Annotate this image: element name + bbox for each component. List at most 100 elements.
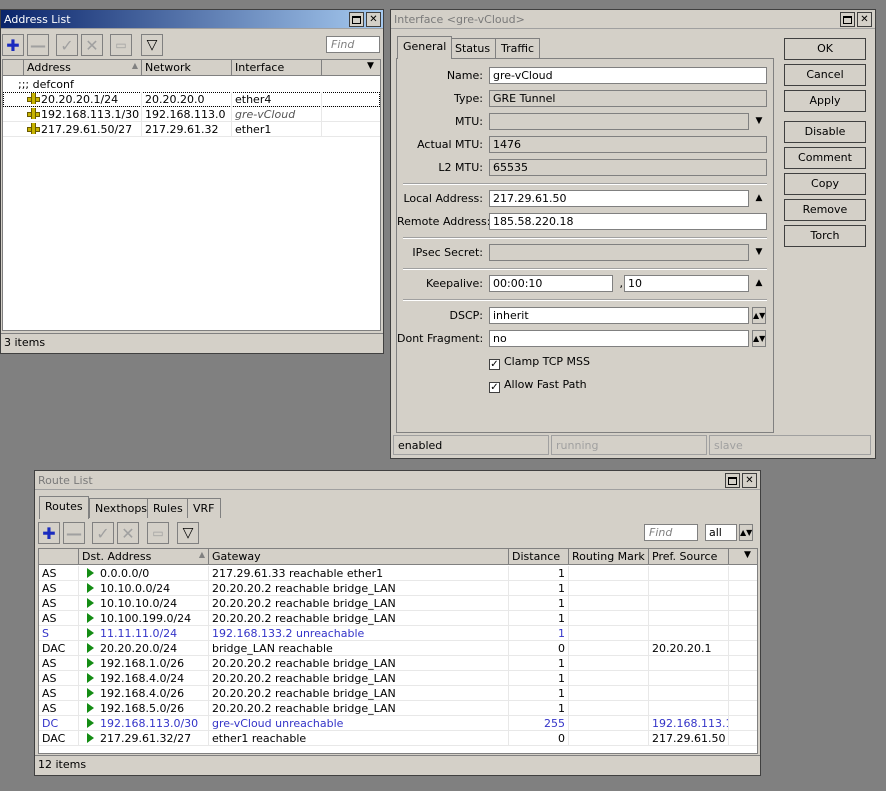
table-row[interactable]: S 11.11.11.0/24 192.168.133.2 unreachable 1 — [39, 626, 757, 641]
address-list-titlebar[interactable]: Address List ✕ — [1, 10, 383, 29]
flags-cell: DAC — [39, 641, 79, 656]
col-flags[interactable] — [3, 60, 24, 76]
filter-select[interactable]: all — [705, 524, 737, 541]
tab-traffic[interactable]: Traffic — [495, 38, 541, 58]
col-dropdown[interactable]: ▼ — [364, 60, 380, 76]
enable-button[interactable]: ✓ — [92, 522, 114, 544]
dst-address-text: 20.20.20.0/24 — [100, 642, 178, 655]
comment-row[interactable]: ;;; defconf — [3, 77, 380, 92]
torch-button[interactable]: Torch — [784, 225, 866, 247]
interface-titlebar[interactable]: Interface <gre-vCloud> ✕ — [391, 10, 875, 29]
col-routing-mark[interactable]: Routing Mark — [569, 549, 649, 565]
tab-nexthops[interactable]: Nexthops — [89, 498, 154, 518]
ok-button[interactable]: OK — [784, 38, 866, 60]
local-address-collapse-icon[interactable]: ▲ — [753, 192, 765, 204]
table-row[interactable]: AS 10.10.0.0/24 20.20.20.2 reachable bridg… — [39, 581, 757, 596]
name-field[interactable]: gre-vCloud — [489, 67, 767, 84]
table-row[interactable]: AS 0.0.0.0/0 217.29.61.33 reachable ether1… — [39, 566, 757, 581]
col-pref-source[interactable]: Pref. Source — [649, 549, 729, 565]
disable-button[interactable]: Disable — [784, 121, 866, 143]
tab-status[interactable]: Status — [449, 38, 497, 58]
table-row[interactable]: AS 192.168.1.0/26 20.20.20.2 reachable bri… — [39, 656, 757, 671]
minus-icon: — — [66, 523, 82, 543]
comment-button[interactable]: Comment — [784, 147, 866, 169]
filter-spinner-icon[interactable]: ▲▼ — [739, 524, 753, 541]
status-enabled: enabled — [393, 435, 549, 455]
allow-fast-path-checkbox[interactable]: ✓ Allow Fast Path — [489, 378, 587, 393]
table-row[interactable]: 20.20.20.1/24 20.20.20.0 ether4 — [3, 92, 380, 107]
address-cell: 20.20.20.1/24 — [24, 92, 142, 107]
dont-fragment-spinner-icon[interactable]: ▲▼ — [752, 330, 766, 347]
checkmark-icon: ✓ — [489, 382, 500, 393]
gateway-cell: gre-vCloud unreachable — [209, 716, 509, 731]
interface-buttons: OK Cancel Apply Disable Comment Copy Rem… — [784, 38, 868, 288]
apply-button[interactable]: Apply — [784, 90, 866, 112]
route-list-titlebar[interactable]: Route List ✕ — [35, 471, 760, 490]
add-button[interactable]: ✚ — [2, 34, 24, 56]
find-input[interactable]: Find — [326, 36, 380, 53]
col-dst-address[interactable]: Dst. Address ▲ — [79, 549, 209, 565]
col-distance[interactable]: Distance — [509, 549, 569, 565]
cancel-button[interactable]: Cancel — [784, 64, 866, 86]
dscp-field[interactable]: inherit — [489, 307, 749, 324]
close-button[interactable]: ✕ — [742, 473, 757, 488]
tab-rules[interactable]: Rules — [147, 498, 189, 518]
table-row[interactable]: DAC 217.29.61.32/27 ether1 reachable 0 217.2… — [39, 731, 757, 746]
close-button[interactable]: ✕ — [366, 12, 381, 27]
remove-button[interactable]: — — [63, 522, 85, 544]
comment-button[interactable]: ▭ — [110, 34, 132, 56]
maximize-button[interactable] — [725, 473, 740, 488]
routing-mark-cell — [569, 731, 649, 746]
col-dropdown[interactable]: ▼ — [741, 549, 757, 565]
keepalive-collapse-icon[interactable]: ▲ — [753, 277, 765, 289]
copy-button[interactable]: Copy — [784, 173, 866, 195]
col-flags[interactable] — [39, 549, 79, 565]
comment-button[interactable]: ▭ — [147, 522, 169, 544]
table-row[interactable]: AS 10.10.10.0/24 20.20.20.2 reachable brid… — [39, 596, 757, 611]
table-row[interactable]: AS 192.168.4.0/26 20.20.20.2 reachable bri… — [39, 686, 757, 701]
col-network[interactable]: Network — [142, 60, 232, 76]
close-button[interactable]: ✕ — [857, 12, 872, 27]
dscp-spinner-icon[interactable]: ▲▼ — [752, 307, 766, 324]
dst-address-text: 217.29.61.32/27 — [100, 732, 192, 745]
table-row[interactable]: 192.168.113.1/30 192.168.113.0 gre-vClou… — [3, 107, 380, 122]
remote-address-field[interactable]: 185.58.220.18 — [489, 213, 767, 230]
table-row[interactable]: DC 192.168.113.0/30 gre-vCloud unreachable… — [39, 716, 757, 731]
table-row[interactable]: DAC 20.20.20.0/24 bridge_LAN reachable 0 20.… — [39, 641, 757, 656]
disable-button[interactable]: ✕ — [117, 522, 139, 544]
tab-vrf[interactable]: VRF — [187, 498, 221, 518]
remove-button[interactable]: Remove — [784, 199, 866, 221]
col-gateway[interactable]: Gateway — [209, 549, 509, 565]
filter-button[interactable]: ▽ — [177, 522, 199, 544]
col-interface[interactable]: Interface — [232, 60, 322, 76]
maximize-button[interactable] — [349, 12, 364, 27]
table-row[interactable]: 217.29.61.50/27 217.29.61.32 ether1 — [3, 122, 380, 137]
ipsec-dropdown-icon[interactable]: ▼ — [753, 246, 765, 258]
maximize-button[interactable] — [840, 12, 855, 27]
disable-button[interactable]: ✕ — [81, 34, 103, 56]
interface-title: Interface <gre-vCloud> — [394, 13, 525, 26]
divider — [403, 237, 767, 239]
clamp-tcp-mss-checkbox[interactable]: ✓ Clamp TCP MSS — [489, 355, 590, 370]
remove-button[interactable]: — — [27, 34, 49, 56]
table-row[interactable]: AS 192.168.4.0/24 20.20.20.2 reachable bri… — [39, 671, 757, 686]
keepalive-interval-field[interactable]: 00:00:10 — [489, 275, 613, 292]
col-address[interactable]: Address ▲ — [24, 60, 142, 76]
keepalive-retries-field[interactable]: 10 — [624, 275, 749, 292]
status-running: running — [551, 435, 707, 455]
table-row[interactable]: AS 192.168.5.0/26 20.20.20.2 reachable bri… — [39, 701, 757, 716]
table-row[interactable]: AS 10.100.199.0/24 20.20.20.2 reachable br… — [39, 611, 757, 626]
dst-address-cell: 217.29.61.32/27 — [79, 731, 209, 746]
filter-button[interactable]: ▽ — [141, 34, 163, 56]
local-address-field[interactable]: 217.29.61.50 — [489, 190, 749, 207]
mtu-field[interactable] — [489, 113, 749, 130]
mtu-dropdown-icon[interactable]: ▼ — [753, 115, 765, 127]
enable-button[interactable]: ✓ — [56, 34, 78, 56]
find-input[interactable]: Find — [644, 524, 698, 541]
dont-fragment-field[interactable]: no — [489, 330, 749, 347]
add-button[interactable]: ✚ — [38, 522, 60, 544]
tab-routes[interactable]: Routes — [39, 496, 89, 519]
tab-general[interactable]: General — [397, 36, 453, 59]
routing-mark-cell — [569, 716, 649, 731]
ipsec-secret-field[interactable] — [489, 244, 749, 261]
